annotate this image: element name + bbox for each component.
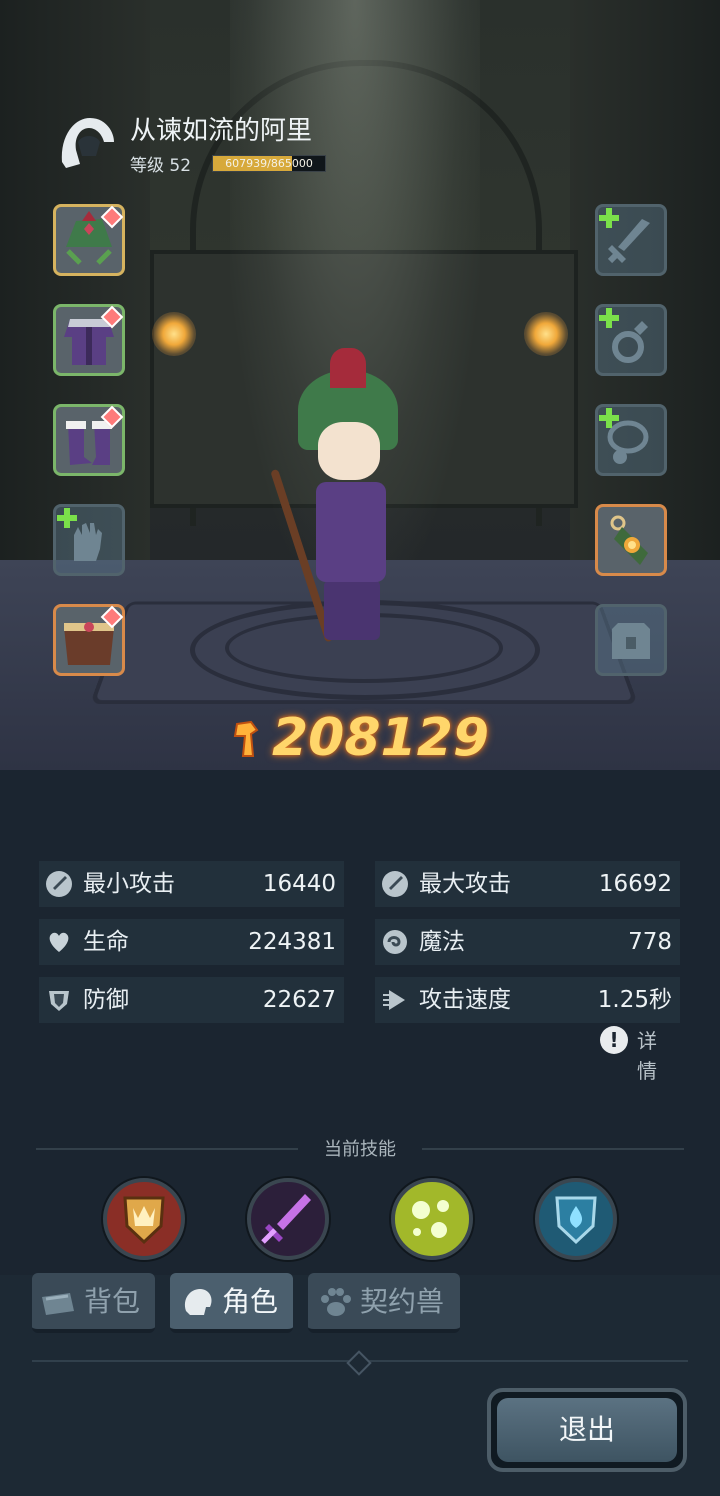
gloves-slot[interactable] xyxy=(53,504,125,576)
stat-value: 16440 xyxy=(262,871,336,897)
torch-left-icon xyxy=(152,312,196,356)
stat-value: 1.25秒 xyxy=(597,987,672,1013)
stat-label: 最大攻击 xyxy=(419,871,511,897)
stat-value: 778 xyxy=(628,929,672,955)
plus-icon xyxy=(599,308,619,328)
xp-bar: 607939/865000 xyxy=(212,155,326,172)
tab-bag[interactable]: 背包 xyxy=(32,1273,155,1333)
skills-divider-right xyxy=(422,1148,684,1150)
tab-pet[interactable]: 契约兽 xyxy=(308,1273,460,1333)
sword-icon xyxy=(46,871,72,897)
exit-button[interactable]: 退出 xyxy=(487,1388,687,1472)
stat-label: 防御 xyxy=(83,987,129,1013)
tab-label: 背包 xyxy=(84,1285,141,1318)
stat-label: 魔法 xyxy=(419,929,465,955)
tab-label: 角色 xyxy=(222,1285,279,1318)
necklace-slot[interactable] xyxy=(595,404,667,476)
locked-slot[interactable] xyxy=(595,604,667,676)
bag-icon xyxy=(42,1293,74,1315)
stat-label: 攻击速度 xyxy=(419,987,511,1013)
amulet-slot[interactable] xyxy=(595,504,667,576)
tab-label: 契约兽 xyxy=(360,1285,445,1318)
chest-icon xyxy=(612,623,650,659)
plus-icon xyxy=(599,208,619,228)
stat-value: 16692 xyxy=(598,871,672,897)
class-helmet-icon[interactable] xyxy=(56,112,118,174)
details-label: 详情 xyxy=(637,1029,657,1083)
tab-character[interactable]: 角色 xyxy=(170,1273,293,1333)
skills-divider-left xyxy=(36,1148,298,1150)
exit-button-face: 退出 xyxy=(497,1398,677,1462)
skill-water-shield[interactable] xyxy=(533,1176,619,1262)
xp-text: 607939/865000 xyxy=(225,157,313,170)
stat-label: 生命 xyxy=(83,929,129,955)
green-orbs-skill-icon xyxy=(391,1178,473,1260)
player-level: 等级 52 xyxy=(130,156,192,176)
character-head-icon xyxy=(184,1289,212,1315)
power-fist-icon xyxy=(233,720,259,757)
stat-attack-speed: 攻击速度 1.25秒 xyxy=(375,977,680,1023)
stat-defense: 防御 22627 xyxy=(39,977,344,1023)
shield-icon xyxy=(49,991,69,1011)
helmet-slot[interactable] xyxy=(53,204,125,276)
stat-mana: 魔法 778 xyxy=(375,919,680,965)
paw-icon xyxy=(321,1288,351,1316)
mana-swirl-icon xyxy=(383,930,407,954)
combat-power: 208129 xyxy=(0,708,720,768)
hero-character xyxy=(250,348,450,660)
player-name: 从谏如流的阿里 xyxy=(130,116,313,146)
sword-icon xyxy=(382,871,408,897)
belt-slot[interactable] xyxy=(53,604,125,676)
speed-icon xyxy=(383,990,405,1010)
weapon-slot[interactable] xyxy=(595,204,667,276)
amulet-icon xyxy=(610,515,648,565)
skill-shield-crown[interactable] xyxy=(101,1176,187,1262)
torch-right-icon xyxy=(524,312,568,356)
skills-title: 当前技能 xyxy=(324,1139,396,1160)
plus-icon xyxy=(599,408,619,428)
exclamation-icon: ! xyxy=(600,1026,628,1054)
stat-value: 22627 xyxy=(262,987,336,1013)
ring-slot[interactable] xyxy=(595,304,667,376)
purple-sword-skill-icon xyxy=(247,1178,329,1260)
heart-icon xyxy=(49,932,69,952)
armor-slot[interactable] xyxy=(53,304,125,376)
combat-power-value: 208129 xyxy=(272,708,490,768)
stat-value: 224381 xyxy=(248,929,336,955)
stat-max-attack: 最大攻击 16692 xyxy=(375,861,680,907)
hero-face xyxy=(318,422,380,480)
stat-label: 最小攻击 xyxy=(83,871,175,897)
plus-icon xyxy=(57,508,77,528)
shield-crown-skill-icon xyxy=(103,1178,185,1260)
hero-body xyxy=(316,482,386,582)
skill-green-orbs[interactable] xyxy=(389,1176,475,1262)
stat-min-attack: 最小攻击 16440 xyxy=(39,861,344,907)
stat-hp: 生命 224381 xyxy=(39,919,344,965)
exit-label: 退出 xyxy=(558,1413,615,1446)
boots-slot[interactable] xyxy=(53,404,125,476)
skill-purple-sword[interactable] xyxy=(245,1176,331,1262)
hero-legs xyxy=(324,580,380,640)
water-shield-skill-icon xyxy=(535,1178,617,1260)
